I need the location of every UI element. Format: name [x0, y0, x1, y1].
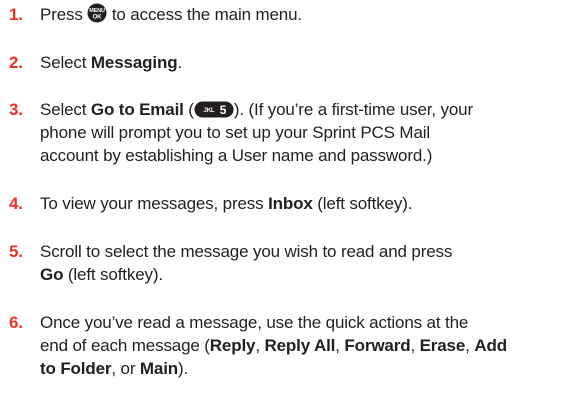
step-text-segment: ).: [178, 359, 189, 378]
step-text: Press MENU OK to access the main menu.: [40, 3, 584, 26]
step-text-segment: (left softkey).: [63, 265, 163, 284]
step-text: Scroll to select the message you wish to…: [40, 240, 584, 286]
softkey-inbox: Inbox: [268, 194, 313, 213]
softkey-go: Go: [40, 265, 64, 284]
step-number: 4.: [9, 194, 23, 213]
menu-item-go-to-email: Go to Email: [90, 100, 184, 119]
step-number: 2.: [9, 53, 23, 72]
svg-text:MENU: MENU: [89, 8, 105, 14]
step-number: 3.: [9, 100, 23, 119]
jkl5-key-icon: JKL 5: [194, 101, 234, 118]
separator: , or: [111, 359, 140, 378]
step-text-segment: end of each message (: [40, 336, 210, 355]
menu-item-messaging: Messaging: [90, 53, 178, 72]
action-forward: Forward: [344, 336, 411, 355]
svg-text:5: 5: [220, 103, 227, 117]
step-number: 1.: [9, 5, 23, 24]
action-reply-all: Reply All: [264, 336, 336, 355]
separator: ,: [410, 336, 420, 355]
action-add-to-folder: Add: [474, 336, 507, 355]
action-add-to-folder-cont: to Folder: [40, 359, 112, 378]
step-text-segment: To view your messages, press: [40, 194, 269, 213]
step-text-segment: Scroll to select the message you wish to…: [40, 242, 453, 261]
step-text-segment: (If you’re a first-time user, your: [243, 100, 473, 119]
step-text-segment: Once you’ve read a message, use the quic…: [40, 313, 469, 332]
step-text: Select Messaging.: [40, 51, 584, 74]
step-text-segment: to access the main menu.: [107, 5, 302, 24]
instruction-list: 1. Press MENU OK to access the main menu.…: [0, 0, 586, 397]
separator: ,: [465, 336, 475, 355]
step-text-segment: (: [183, 100, 194, 119]
svg-text:JKL: JKL: [203, 108, 214, 114]
step-text-segment: Select: [40, 53, 91, 72]
action-main: Main: [139, 359, 179, 378]
step-text: Select Go to Email ( JKL 5). (If you’re a …: [40, 98, 584, 167]
step-text-segment: phone will prompt you to set up your Spr…: [40, 123, 430, 142]
step-text: Once you’ve read a message, use the quic…: [40, 311, 584, 380]
step-text-segment: ).: [233, 100, 244, 119]
action-reply: Reply: [209, 336, 256, 355]
step-text-segment: Press: [40, 5, 88, 24]
step-text: To view your messages, press Inbox (left…: [40, 192, 584, 215]
step-number: 6.: [9, 313, 23, 332]
step-number: 5.: [9, 242, 23, 261]
step-text-segment: Select: [40, 100, 91, 119]
svg-text:OK: OK: [93, 15, 103, 21]
separator: ,: [255, 336, 265, 355]
action-erase: Erase: [419, 336, 466, 355]
step-text-segment: .: [177, 53, 183, 72]
step-text-segment: (left softkey).: [312, 194, 413, 213]
step-text-segment: account by establishing a User name and …: [40, 146, 433, 165]
menu-ok-key-icon: MENU OK: [87, 3, 107, 23]
